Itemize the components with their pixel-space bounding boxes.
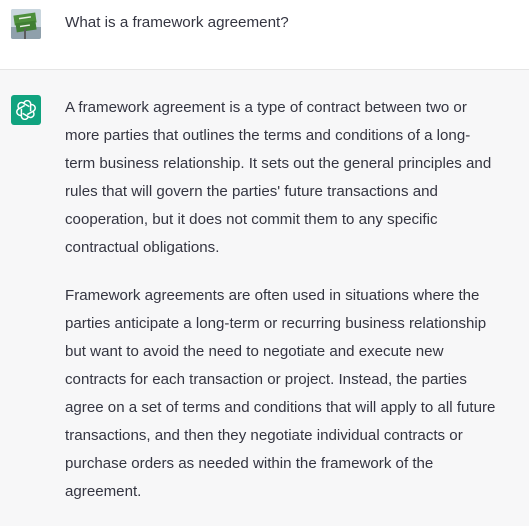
answer-line: cooperation, but it does not commit them… bbox=[65, 211, 438, 228]
answer-line: Framework agreements are often used in s… bbox=[65, 287, 480, 304]
openai-logo-icon bbox=[11, 95, 41, 125]
answer-line: agree on a set of terms and conditions t… bbox=[65, 399, 496, 416]
answer-line: purchase orders as needed within the fra… bbox=[65, 455, 434, 472]
user-message-row: What is a framework agreement? bbox=[0, 0, 529, 70]
answer-paragraph-2: Framework agreements are often used in s… bbox=[65, 282, 527, 506]
answer-paragraph-1: A framework agreement is a type of contr… bbox=[65, 94, 527, 262]
answer-line: A framework agreement is a type of contr… bbox=[65, 99, 467, 116]
answer-line: rules that will govern the parties' futu… bbox=[65, 183, 438, 200]
assistant-answer: A framework agreement is a type of contr… bbox=[65, 94, 527, 526]
answer-line: contractual obligations. bbox=[65, 239, 220, 256]
answer-line: more parties that outlines the terms and… bbox=[65, 127, 471, 144]
answer-line: but want to avoid the need to negotiate … bbox=[65, 343, 444, 360]
answer-line: term business relationship. It sets out … bbox=[65, 155, 492, 172]
answer-line: parties anticipate a long-term or recurr… bbox=[65, 315, 487, 332]
user-avatar-photo-icon bbox=[11, 9, 41, 39]
assistant-message-row: A framework agreement is a type of contr… bbox=[0, 70, 529, 515]
answer-line: agreement. bbox=[65, 483, 142, 500]
user-message-text: What is a framework agreement? bbox=[65, 14, 289, 31]
answer-line: contracts for each transaction or projec… bbox=[65, 371, 467, 388]
answer-line: transactions, and then they negotiate in… bbox=[65, 427, 463, 444]
